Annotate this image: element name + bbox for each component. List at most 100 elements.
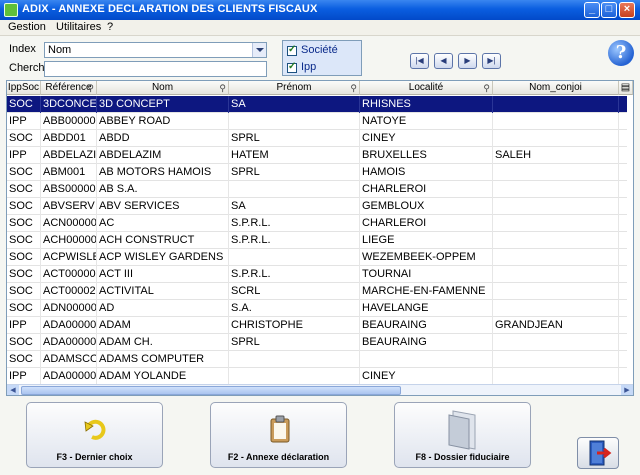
cell-localite: BEAURAING <box>360 334 493 351</box>
search-icon[interactable]: ⚲ <box>87 82 94 94</box>
exit-door-icon <box>589 440 612 466</box>
column-header-ippsoc[interactable]: IppSoc <box>7 81 41 95</box>
cell-prenom: S.P.R.L. <box>229 266 360 283</box>
f3-last-choice-button[interactable]: F3 - Dernier choix <box>26 402 163 468</box>
cell-localite <box>360 351 493 368</box>
columns-icon: ▤ <box>620 82 631 93</box>
cell-prenom: S.P.R.L. <box>229 232 360 249</box>
cell-nom: ADAM CH. <box>97 334 229 351</box>
clipboard-icon <box>270 415 290 443</box>
next-record-button[interactable]: ▶ <box>458 53 477 69</box>
type-filter-group: Société Ipp <box>282 40 362 76</box>
table-row[interactable]: SOC ACPWISLE ACP WISLEY GARDENS WEZEMBEEK-O… <box>7 249 627 266</box>
table-row[interactable]: SOC ABVSERV ABV SERVICES SA GEMBLOUX <box>7 198 627 215</box>
cell-ippsoc: SOC <box>7 198 41 215</box>
cell-reference: ACT00002 <box>41 283 97 300</box>
minimize-button[interactable]: _ <box>584 2 600 18</box>
cell-nom-conjoint: SALEH <box>493 147 619 164</box>
ipp-checkbox-label: Ipp <box>301 61 317 73</box>
cell-localite: LIEGE <box>360 232 493 249</box>
first-record-button[interactable]: |◀ <box>410 53 429 69</box>
cell-reference: ABS00000 <box>41 181 97 198</box>
cell-ippsoc: SOC <box>7 232 41 249</box>
cell-reference: ABDELAZI <box>41 147 97 164</box>
cell-localite: CHARLEROI <box>360 181 493 198</box>
cell-localite: CINEY <box>360 368 493 385</box>
table-row[interactable]: IPP ADA00000 ADAM YOLANDE CINEY <box>7 368 627 385</box>
cell-reference: ACT00000 <box>41 266 97 283</box>
cell-localite: BEAURAING <box>360 317 493 334</box>
ipp-checkbox[interactable] <box>287 61 297 73</box>
cell-prenom: S.A. <box>229 300 360 317</box>
first-icon: |◀ <box>415 56 424 65</box>
cell-localite: HAVELANGE <box>360 300 493 317</box>
chevron-down-icon[interactable] <box>252 43 266 57</box>
table-row[interactable]: IPP ABB00000 ABBEY ROAD NATOYE <box>7 113 627 130</box>
menu-gestion[interactable]: Gestion <box>8 21 46 33</box>
table-row[interactable]: SOC ACH00000 ACH CONSTRUCT S.P.R.L. LIEGE <box>7 232 627 249</box>
column-header-reference[interactable]: Référence ⚲ <box>41 81 97 95</box>
column-header-localite[interactable]: Localité ⚲ <box>360 81 493 95</box>
cell-ippsoc: SOC <box>7 164 41 181</box>
table-row[interactable]: SOC ABM001 AB MOTORS HAMOIS SPRL HAMOIS <box>7 164 627 181</box>
column-header-nom-conjoint[interactable]: Nom_conjoi <box>493 81 619 95</box>
table-row[interactable]: SOC 3DCONCE 3D CONCEPT SA RHISNES <box>7 96 627 113</box>
cell-nom-conjoint <box>493 181 619 198</box>
cell-reference: 3DCONCE <box>41 96 97 113</box>
column-header-prenom[interactable]: Prénom ⚲ <box>229 81 360 95</box>
cell-ippsoc: SOC <box>7 351 41 368</box>
search-icon[interactable]: ⚲ <box>483 82 490 94</box>
previous-record-button[interactable]: ◀ <box>434 53 453 69</box>
cell-nom-conjoint <box>493 164 619 181</box>
table-row[interactable]: SOC ADAMSCO ADAMS COMPUTER <box>7 351 627 368</box>
cell-localite: MARCHE-EN-FAMENNE <box>360 283 493 300</box>
search-icon[interactable]: ⚲ <box>350 82 357 94</box>
column-chooser-button[interactable]: ▤ <box>619 81 633 95</box>
cell-nom: ACH CONSTRUCT <box>97 232 229 249</box>
cell-nom-conjoint <box>493 300 619 317</box>
close-button[interactable]: × <box>619 2 635 18</box>
cell-localite: CINEY <box>360 130 493 147</box>
table-row[interactable]: IPP ABDELAZI ABDELAZIM HATEM BRUXELLES SALEH <box>7 147 627 164</box>
f2-annex-declaration-button[interactable]: F2 - Annexe déclaration <box>210 402 347 468</box>
exit-button[interactable] <box>577 437 619 469</box>
table-row[interactable]: SOC ACT00000 ACT III S.P.R.L. TOURNAI <box>7 266 627 283</box>
table-row[interactable]: SOC ABS00000 AB S.A. CHARLEROI <box>7 181 627 198</box>
index-value: Nom <box>48 44 72 56</box>
cell-prenom <box>229 181 360 198</box>
table-row[interactable]: SOC ADN00000 AD S.A. HAVELANGE <box>7 300 627 317</box>
cell-ippsoc: SOC <box>7 130 41 147</box>
cell-nom: ABDD <box>97 130 229 147</box>
table-row[interactable]: IPP ADA00000 ADAM CHRISTOPHE BEAURAING GRANDJ… <box>7 317 627 334</box>
table-row[interactable]: SOC ACN00000 AC S.P.R.L. CHARLEROI <box>7 215 627 232</box>
menu-bar: Gestion Utilitaires ? <box>0 20 640 36</box>
cell-nom: AB MOTORS HAMOIS <box>97 164 229 181</box>
menu-utilitaires[interactable]: Utilitaires <box>56 21 101 33</box>
search-icon[interactable]: ⚲ <box>219 82 226 94</box>
cell-reference: ABDD01 <box>41 130 97 147</box>
table-row[interactable]: SOC ACT00002 ACTIVITAL SCRL MARCHE-EN-FAMENN… <box>7 283 627 300</box>
column-header-nom[interactable]: Nom ⚲ <box>97 81 229 95</box>
index-combo[interactable]: Nom <box>44 42 267 58</box>
help-button[interactable]: ? <box>608 40 634 66</box>
cell-prenom <box>229 351 360 368</box>
horizontal-scrollbar[interactable]: ◀ ▶ <box>7 384 633 395</box>
menu-help[interactable]: ? <box>107 21 113 33</box>
maximize-button[interactable]: □ <box>601 2 617 18</box>
search-input[interactable] <box>44 61 267 77</box>
title-bar: ADIX - ANNEXE DECLARATION DES CLIENTS FI… <box>0 0 640 20</box>
f8-fiduciary-folder-button[interactable]: F8 - Dossier fiduciaire <box>394 402 531 468</box>
table-row[interactable]: SOC ADA00000 ADAM CH. SPRL BEAURAING <box>7 334 627 351</box>
scrollbar-thumb[interactable] <box>21 386 401 395</box>
clients-grid[interactable]: IppSoc Référence ⚲ Nom ⚲ Prénom ⚲ Localité ⚲… <box>6 80 634 396</box>
last-record-button[interactable]: ▶| <box>482 53 501 69</box>
societe-checkbox[interactable] <box>287 44 297 56</box>
scroll-left-icon[interactable]: ◀ <box>7 385 19 395</box>
table-row[interactable]: SOC ABDD01 ABDD SPRL CINEY <box>7 130 627 147</box>
cell-nom: ABV SERVICES <box>97 198 229 215</box>
cell-nom-conjoint <box>493 198 619 215</box>
cell-nom-conjoint <box>493 351 619 368</box>
scroll-right-icon[interactable]: ▶ <box>621 385 633 395</box>
cell-nom-conjoint <box>493 283 619 300</box>
close-icon: × <box>623 3 631 15</box>
